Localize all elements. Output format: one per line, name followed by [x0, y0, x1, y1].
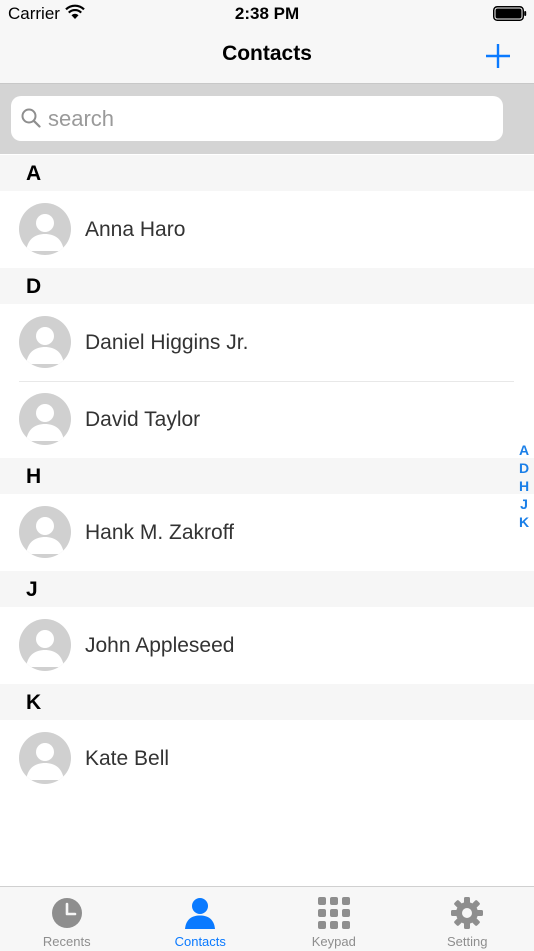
avatar	[19, 619, 71, 671]
section-header-d: D	[0, 268, 534, 304]
contact-name: David Taylor	[85, 408, 200, 432]
section-letter: K	[26, 691, 41, 715]
contact-name: Kate Bell	[85, 747, 169, 771]
person-placeholder-icon	[19, 203, 71, 255]
battery-icon	[493, 6, 527, 21]
avatar	[19, 393, 71, 445]
contact-row[interactable]: Hank M. Zakroff	[0, 494, 534, 571]
section-header-h: H	[0, 458, 534, 494]
person-icon	[183, 896, 217, 930]
tab-contacts[interactable]: Contacts	[134, 887, 268, 951]
status-time: 2:38 PM	[0, 4, 534, 24]
contact-row[interactable]: Anna Haro	[0, 191, 534, 268]
contacts-list: A Anna Haro D Daniel Higgins Jr. David T…	[0, 155, 534, 797]
section-header-k: K	[0, 684, 534, 720]
contact-name: John Appleseed	[85, 634, 234, 658]
plus-icon	[486, 44, 510, 68]
contact-name: Anna Haro	[85, 218, 185, 242]
search-field[interactable]	[11, 96, 503, 141]
tab-bar: Recents Contacts Keypad	[0, 886, 534, 951]
keypad-icon	[317, 896, 351, 930]
section-letter: J	[26, 578, 38, 602]
avatar	[19, 316, 71, 368]
tab-label: Contacts	[134, 934, 268, 949]
avatar	[19, 203, 71, 255]
section-letter: H	[26, 465, 41, 489]
add-contact-button[interactable]	[482, 40, 514, 72]
person-placeholder-icon	[19, 393, 71, 445]
navigation-bar: Contacts	[0, 28, 534, 84]
clock-icon	[50, 896, 84, 930]
contact-row[interactable]: Kate Bell	[0, 720, 534, 797]
index-letter-h[interactable]: H	[516, 477, 532, 495]
contact-name: Daniel Higgins Jr.	[85, 331, 248, 355]
section-letter: D	[26, 275, 41, 299]
search-icon	[20, 107, 42, 129]
contact-row[interactable]: Daniel Higgins Jr.	[0, 304, 534, 381]
section-header-a: A	[0, 155, 534, 191]
search-bar	[0, 84, 534, 154]
index-letter-j[interactable]: J	[516, 495, 532, 513]
search-input[interactable]	[48, 96, 488, 141]
section-index[interactable]: A D H J K	[516, 441, 532, 531]
tab-setting[interactable]: Setting	[401, 887, 534, 951]
tab-label: Recents	[0, 934, 134, 949]
tab-label: Setting	[401, 934, 534, 949]
avatar	[19, 506, 71, 558]
index-letter-k[interactable]: K	[516, 513, 532, 531]
status-bar: Carrier 2:38 PM	[0, 0, 534, 28]
section-header-j: J	[0, 571, 534, 607]
contact-name: Hank M. Zakroff	[85, 521, 234, 545]
avatar	[19, 732, 71, 784]
contact-row[interactable]: David Taylor	[0, 381, 534, 458]
person-placeholder-icon	[19, 732, 71, 784]
tab-label: Keypad	[267, 934, 401, 949]
person-placeholder-icon	[19, 619, 71, 671]
person-placeholder-icon	[19, 316, 71, 368]
tab-recents[interactable]: Recents	[0, 887, 134, 951]
index-letter-a[interactable]: A	[516, 441, 532, 459]
index-letter-d[interactable]: D	[516, 459, 532, 477]
section-letter: A	[26, 162, 41, 186]
person-placeholder-icon	[19, 506, 71, 558]
gear-icon	[450, 896, 484, 930]
page-title: Contacts	[0, 42, 534, 66]
contact-row[interactable]: John Appleseed	[0, 607, 534, 684]
tab-keypad[interactable]: Keypad	[267, 887, 401, 951]
